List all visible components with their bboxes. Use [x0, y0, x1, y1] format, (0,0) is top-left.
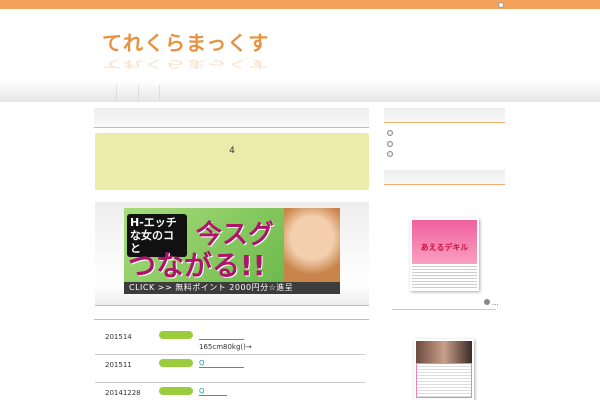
ad-text: あえるデキル: [412, 220, 477, 264]
sidebar-ad[interactable]: [414, 339, 474, 400]
news-desc: 165cm80kg()→: [199, 343, 252, 351]
nav-divider: [159, 85, 160, 101]
arrow-icon: [484, 299, 490, 305]
banner-headline-2: つながる!!: [128, 249, 266, 282]
notice-box: 4: [95, 133, 369, 190]
banner-cta: CLICK >> 無料ポイント 2000円分☆進呈: [124, 282, 340, 294]
news-link[interactable]: [199, 332, 244, 340]
ad-body: [412, 264, 477, 288]
bullet-icon[interactable]: [387, 141, 393, 147]
sidebar-ad[interactable]: あえるデキル: [410, 218, 479, 291]
news-date: 201514: [105, 333, 132, 341]
bullet-icon[interactable]: [387, 130, 393, 136]
news-link[interactable]: Q: [199, 388, 227, 396]
news-link[interactable]: Q: [199, 360, 244, 368]
ad-body: [416, 363, 472, 398]
top-bar: [0, 0, 600, 9]
logo-reflection: てれくらまっくす: [102, 57, 270, 70]
arrow-icon[interactable]: [498, 2, 504, 8]
ad-banner[interactable]: H-エッチな女のコと 今スグ つながる!! CLICK >> 無料ポイント 20…: [124, 208, 340, 294]
nav-bar: [0, 80, 600, 102]
divider: [392, 309, 496, 310]
site-logo[interactable]: てれくらまっくす: [102, 27, 269, 56]
banner-box: H-エッチな女のコと 今スグ つながる!! CLICK >> 無料ポイント 20…: [95, 202, 369, 306]
row-divider: [95, 354, 365, 355]
news-date: 201511: [105, 361, 132, 369]
more-label: ...: [492, 299, 499, 307]
more-link[interactable]: ...: [484, 299, 499, 307]
sidebar-header: [384, 170, 505, 185]
bullet-icon[interactable]: [387, 151, 393, 157]
notice-text: 4: [229, 146, 235, 156]
nav-divider: [138, 85, 139, 101]
divider: [94, 319, 369, 320]
category-badge[interactable]: [159, 387, 193, 395]
main-header: [94, 108, 369, 128]
nav-divider: [116, 85, 117, 101]
sidebar-header: [384, 108, 505, 123]
category-badge[interactable]: [159, 359, 193, 367]
news-date: 20141228: [105, 389, 141, 397]
banner-photo: [284, 208, 340, 283]
category-badge[interactable]: [159, 331, 193, 339]
row-divider: [95, 382, 365, 383]
ad-photo: [416, 341, 472, 363]
